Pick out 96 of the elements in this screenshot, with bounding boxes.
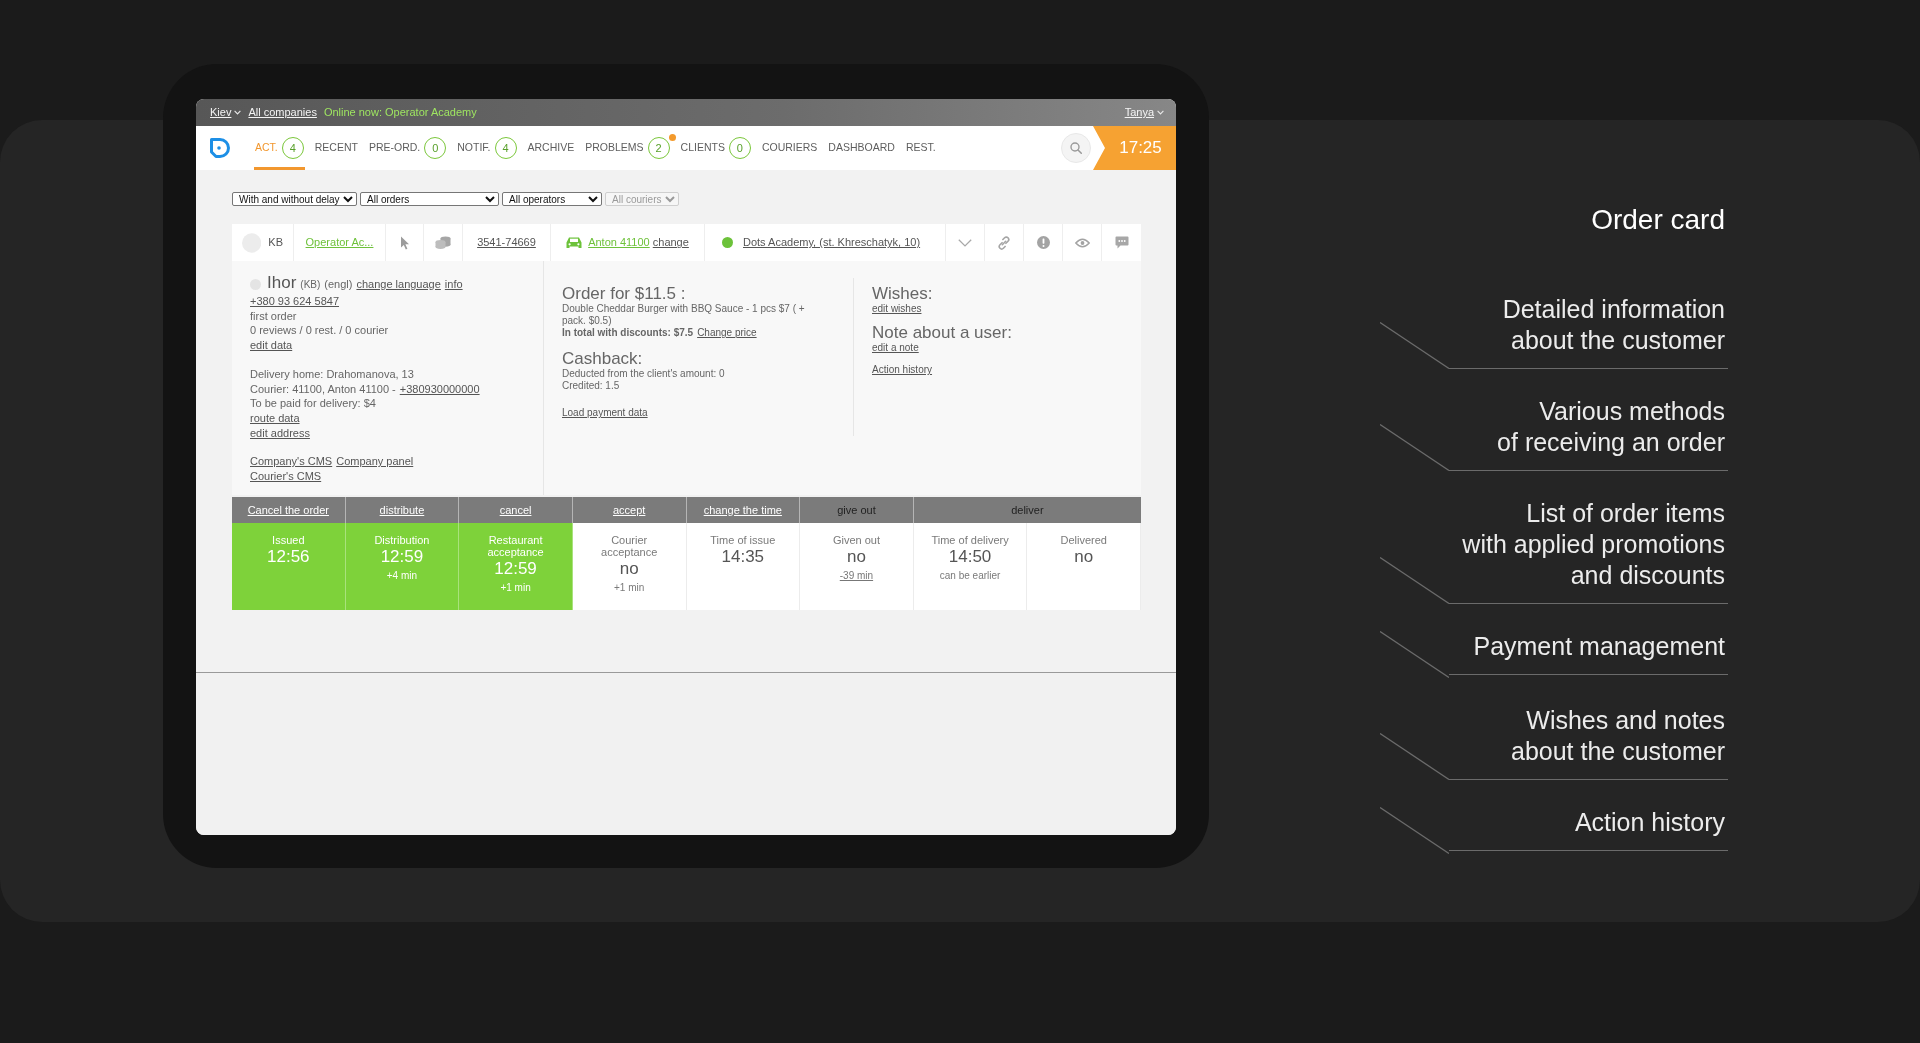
- section-title: Order card: [1590, 204, 1726, 236]
- search-button[interactable]: [1061, 133, 1091, 163]
- courier-text: Courier: 41100, Anton 41100 -: [250, 381, 396, 397]
- leader-line: [1380, 631, 1449, 678]
- action-history-link[interactable]: Action history: [872, 364, 933, 376]
- order-total-heading: Order for $11.5 :: [562, 285, 687, 303]
- discount-total-text: In total with discounts: $7.5: [562, 327, 694, 339]
- nav-tab[interactable]: NOTIF. 4: [456, 126, 518, 170]
- nav-tab[interactable]: COURIERS: [760, 126, 819, 170]
- stage-label: Issued: [272, 534, 305, 546]
- edit-note-link[interactable]: edit a note: [872, 342, 919, 354]
- user-menu[interactable]: Tanya: [1124, 104, 1164, 121]
- order-item-text: Double Cheddar Burger with BBQ Sauce - 1 pcs $7 ( + pack. $0.5): [562, 303, 806, 327]
- nav-tab[interactable]: PRE-ORD. 0: [367, 126, 448, 170]
- delivery-fee-text: To be paid for delivery: $4: [250, 396, 377, 411]
- link-icon[interactable]: [997, 235, 1011, 250]
- stage-value: no: [846, 546, 866, 568]
- customer-name: Ihor: [267, 274, 297, 292]
- edit-data-link[interactable]: edit data: [250, 338, 293, 353]
- change-language-link[interactable]: change language: [356, 275, 441, 293]
- nav-tab[interactable]: CLIENTS 0: [679, 126, 752, 170]
- customer-phone-link[interactable]: +380 93 624 5847: [250, 294, 339, 309]
- coins-icon: [435, 236, 451, 249]
- companies-link[interactable]: All companies: [248, 104, 317, 121]
- stage-label: Delivered: [1060, 534, 1107, 546]
- status-dot-icon: [722, 237, 733, 248]
- info-link[interactable]: info: [444, 275, 463, 293]
- nav-tab[interactable]: REST.: [904, 126, 937, 170]
- edit-address-link[interactable]: edit address: [250, 425, 310, 441]
- nav-tab[interactable]: PROBLEMS 2: [584, 126, 671, 170]
- city-dropdown[interactable]: Kiev: [210, 104, 242, 121]
- order-number-link[interactable]: 3541-74669: [477, 234, 536, 251]
- cashback-text: Credited: 1.5: [562, 380, 621, 392]
- stage-label: Given out: [832, 534, 880, 546]
- courier-phone-link[interactable]: +380930000000: [399, 381, 480, 397]
- stage-value: 14:35: [721, 546, 765, 568]
- stage-value: no: [619, 558, 639, 580]
- stage-note-link[interactable]: -39 min: [839, 568, 874, 584]
- annotation-text: List of order items with applied promotions and discounts: [1461, 498, 1726, 591]
- cms-link[interactable]: Company panel: [336, 454, 414, 470]
- chevron-down-icon[interactable]: [958, 238, 972, 247]
- stage-header-cell-text: deliver: [1010, 502, 1045, 518]
- customer-info-text: first order: [250, 308, 298, 324]
- user-note-heading: Note about a user:: [872, 324, 1013, 342]
- customer-code: (KB): [300, 278, 321, 292]
- stage-note: +4 min: [386, 569, 418, 583]
- restaurant-link[interactable]: Dots Academy, (st. Khreschatyk, 10): [743, 234, 921, 251]
- cashback-heading: Cashback:: [562, 350, 644, 368]
- delivery-address-text: Delivery home: Drahomanova, 13: [250, 366, 415, 382]
- clock-display: 17:25: [1093, 126, 1176, 170]
- search-icon: [1070, 142, 1082, 154]
- stage-value: 12:56: [267, 546, 310, 568]
- cashback-text: Deducted from the client's amount: 0: [562, 368, 726, 380]
- nav-tab[interactable]: ARCHIVE: [526, 126, 576, 170]
- chat-icon[interactable]: [1114, 236, 1129, 249]
- stage-value: 12:59: [494, 558, 537, 580]
- stage-label: Courier acceptance: [600, 534, 659, 558]
- stage-value: no: [1074, 546, 1094, 568]
- route-data-link[interactable]: route data: [250, 410, 300, 426]
- edit-wishes-link[interactable]: edit wishes: [872, 303, 922, 315]
- cursor-icon: [399, 235, 410, 250]
- logo-icon[interactable]: [209, 137, 233, 159]
- stage-note: +1 min: [500, 581, 531, 595]
- annotation-text: Action history: [1573, 807, 1726, 838]
- load-payment-link[interactable]: Load payment data: [562, 407, 648, 419]
- annotation-text: Detailed information about the customer: [1501, 294, 1726, 356]
- caret-icon: [234, 110, 242, 115]
- stage-label: Time of issue: [710, 534, 776, 546]
- change-courier-link[interactable]: change: [652, 236, 689, 249]
- leader-line: [1380, 807, 1449, 854]
- stage-note: can be earlier: [939, 569, 1001, 583]
- cms-link[interactable]: Company's CMS: [250, 454, 333, 470]
- stage-note: +1 min: [614, 581, 645, 595]
- stage-label: Restaurant acceptance: [486, 534, 545, 558]
- change-price-link[interactable]: Change price: [697, 327, 757, 339]
- annotation-text: Wishes and notes about the customer: [1510, 705, 1726, 767]
- stage-label: Time of delivery: [931, 534, 1009, 546]
- annotation-text: Various methods of receiving an order: [1496, 396, 1726, 458]
- customer-language: (engl): [324, 277, 353, 292]
- cms-link[interactable]: Courier's CMS: [250, 469, 322, 484]
- car-icon: [566, 236, 583, 249]
- wishes-heading: Wishes:: [872, 285, 934, 303]
- alert-icon[interactable]: [1036, 236, 1050, 249]
- nav-tab[interactable]: DASHBOARD: [827, 126, 896, 170]
- stage-value: 14:50: [948, 546, 992, 568]
- eye-icon[interactable]: [1074, 237, 1090, 248]
- annotation-text: Payment management: [1472, 631, 1726, 662]
- online-status-text: Online now: Operator Academy: [323, 105, 477, 121]
- customer-info-text: 0 reviews / 0 rest. / 0 courier: [250, 323, 390, 339]
- filter-select[interactable]: All operators: [502, 192, 602, 206]
- filter-select[interactable]: With and without delay: [232, 192, 357, 206]
- filter-select[interactable]: All orders: [360, 192, 499, 206]
- order-code: KB: [268, 235, 283, 251]
- stage-value: 12:59: [380, 546, 424, 568]
- stage-label: Distribution: [374, 534, 430, 546]
- caret-icon: [1157, 110, 1164, 115]
